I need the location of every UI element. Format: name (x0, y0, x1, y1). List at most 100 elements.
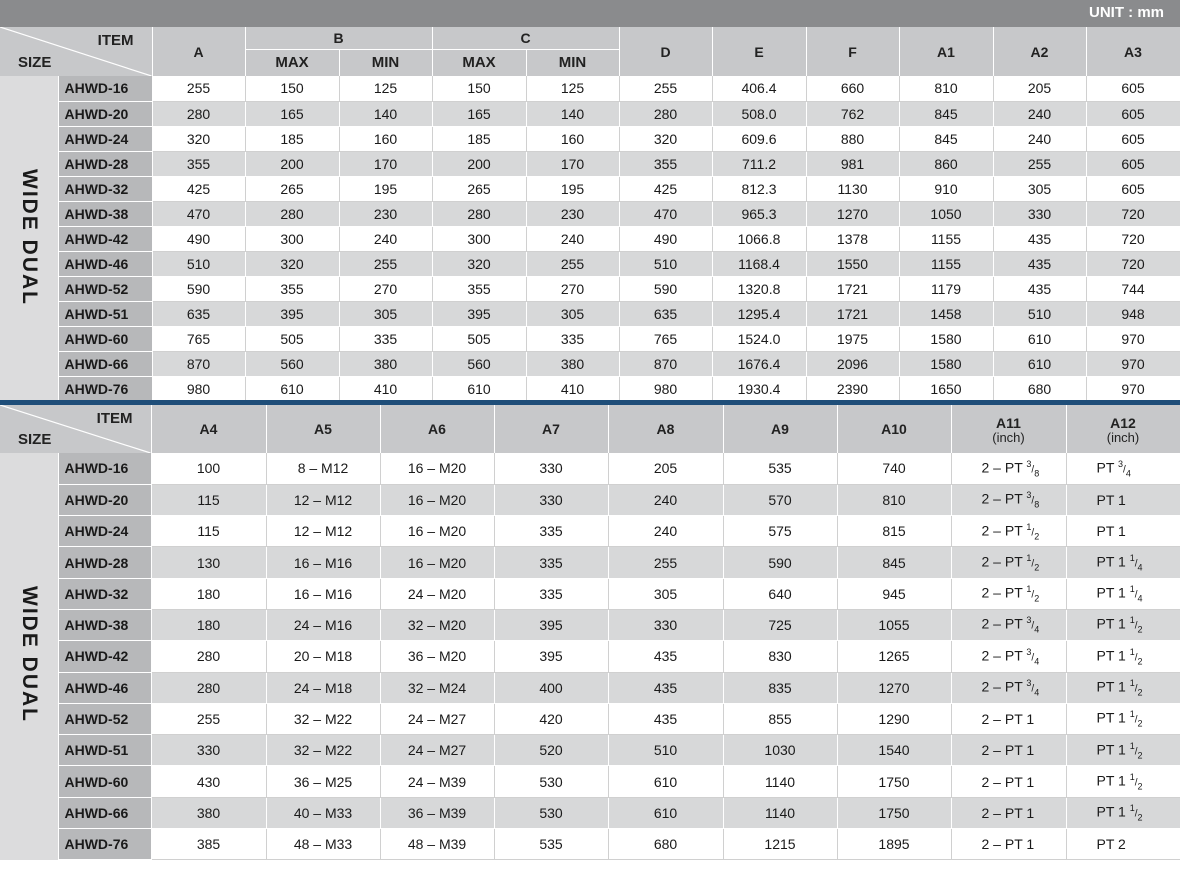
a11-text: 2 – PT (981, 553, 1027, 570)
col-header-a3: A3 (1086, 27, 1180, 76)
table-cell: 609.6 (712, 126, 807, 152)
model-name: AHWD-42 (58, 226, 153, 252)
table-row: AHWD-52 255 32 – M22 24 – M27 420 435 855 1290 2… (0, 703, 1180, 736)
table-cell: 1155 (899, 251, 994, 277)
table-cell: 435 (608, 703, 724, 736)
table-cell: 1290 (837, 703, 952, 736)
a12-denominator: 2 (1137, 687, 1143, 698)
a11-text: 2 – PT (981, 522, 1027, 539)
table-cell: 410 (526, 376, 620, 402)
col-header-e: E (712, 27, 807, 76)
table-cell: 1458 (899, 301, 994, 327)
table-cell: 380 (151, 797, 267, 830)
table-cell: 185 (245, 126, 340, 152)
table-cell: 948 (1086, 301, 1180, 327)
a11-text: 2 – PT 1 (981, 742, 1035, 759)
a12-text: PT 1 (1096, 772, 1130, 789)
a11-cell: 2 – PT 3/4 (951, 672, 1067, 704)
table-cell: 1580 (899, 351, 994, 377)
table-row: AHWD-66 380 40 – M33 36 – M39 530 610 1140 1750… (0, 797, 1180, 830)
table-cell: 1055 (837, 609, 952, 642)
table-cell: 510 (619, 251, 713, 277)
col-header-a4: A4 (151, 405, 267, 453)
col-header-b-max: MAX (245, 49, 340, 76)
table-cell: 1524.0 (712, 326, 807, 352)
table-cell: 16 – M20 (380, 515, 495, 548)
a11-text: 2 – PT (981, 647, 1027, 664)
col-header-c-min: MIN (526, 49, 620, 76)
table-cell: 320 (619, 126, 713, 152)
side-label: WIDE DUAL (17, 168, 41, 306)
table-cell: 330 (494, 453, 609, 485)
table-cell: 1721 (806, 276, 900, 302)
model-name: AHWD-51 (58, 301, 153, 327)
a12-cell: PT 3/4 (1066, 453, 1180, 485)
model-name: AHWD-20 (58, 101, 153, 127)
table-cell: 240 (339, 226, 433, 252)
table-cell: 1930.4 (712, 376, 807, 402)
table-cell: 425 (152, 176, 246, 202)
col-header-a5: A5 (266, 405, 381, 453)
col-header-a12-label: A12 (1110, 414, 1136, 431)
table-cell: 16 – M16 (266, 578, 381, 610)
a12-denominator: 2 (1137, 718, 1143, 729)
spec-table-2: ITEM SIZE A4 A5 A6 A7 A8 A9 A10 A11 (inc… (0, 405, 1180, 861)
table-row: AHWD-42 280 20 – M18 36 – M20 395 435 830 1265 2… (0, 640, 1180, 673)
table-cell: 280 (152, 101, 246, 127)
table-cell: 130 (151, 546, 267, 579)
table-cell: 560 (432, 351, 527, 377)
table-cell: 100 (151, 453, 267, 485)
table-row: AHWD-28 130 16 – M16 16 – M20 335 255 590 845 2 … (0, 546, 1180, 579)
table-cell: 720 (1086, 201, 1180, 227)
col-header-a2: A2 (993, 27, 1087, 76)
a11-cell: 2 – PT 1 (951, 828, 1067, 861)
model-name: AHWD-66 (58, 351, 153, 377)
col-header-a8: A8 (608, 405, 724, 453)
table-cell: 355 (432, 276, 527, 302)
a11-denominator: 8 (1034, 499, 1040, 510)
table-cell: 140 (339, 101, 433, 127)
table-cell: 24 – M16 (266, 609, 381, 642)
table-cell: 265 (432, 176, 527, 202)
table-cell: 36 – M39 (380, 797, 495, 830)
a12-cell: PT 1 1/4 (1066, 546, 1180, 579)
table-cell: 380 (526, 351, 620, 377)
a12-cell: PT 1 1/2 (1066, 672, 1180, 704)
model-name: AHWD-51 (58, 734, 152, 767)
table-cell: 32 – M22 (266, 734, 381, 767)
table-cell: 1050 (899, 201, 994, 227)
table-cell: 1130 (806, 176, 900, 202)
table-cell: 1750 (837, 765, 952, 798)
table-cell: 48 – M39 (380, 828, 495, 861)
table-cell: 355 (152, 151, 246, 177)
table-cell: 590 (152, 276, 246, 302)
table-cell: 36 – M25 (266, 765, 381, 798)
table-row: AHWD-76 385 48 – M33 48 – M39 535 680 1215 1895… (0, 828, 1180, 861)
table-cell: 380 (339, 351, 433, 377)
table-cell: 740 (837, 453, 952, 485)
table-cell: 845 (837, 546, 952, 579)
table-cell: 240 (608, 484, 724, 517)
col-header-c-max: MAX (432, 49, 527, 76)
a11-denominator: 2 (1034, 562, 1040, 573)
table-cell: 320 (245, 251, 340, 277)
a11-text: 2 – PT 1 (981, 773, 1035, 790)
table-cell: 410 (339, 376, 433, 402)
model-name: AHWD-52 (58, 703, 152, 736)
table-row: AHWD-32 425 265 195 265 195 425 812.3 1130 910 305… (0, 176, 1180, 202)
table-cell: 255 (151, 703, 267, 736)
col-header-a6: A6 (380, 405, 495, 453)
table-cell: 16 – M20 (380, 484, 495, 517)
table-cell: 855 (723, 703, 838, 736)
table-cell: 430 (151, 765, 267, 798)
table-cell: 530 (494, 765, 609, 798)
table-cell: 980 (152, 376, 246, 402)
table-cell: 2390 (806, 376, 900, 402)
table-cell: 240 (993, 101, 1087, 127)
table-row: AHWD-76 980 610 410 610 410 980 1930.4 2390 1650 6… (0, 376, 1180, 402)
table-cell: 680 (608, 828, 724, 861)
model-name: AHWD-60 (58, 326, 153, 352)
table-row: AHWD-60 430 36 – M25 24 – M39 530 610 1140 1750… (0, 765, 1180, 798)
table-cell: 400 (494, 672, 609, 704)
a12-text: PT 1 (1096, 741, 1130, 758)
